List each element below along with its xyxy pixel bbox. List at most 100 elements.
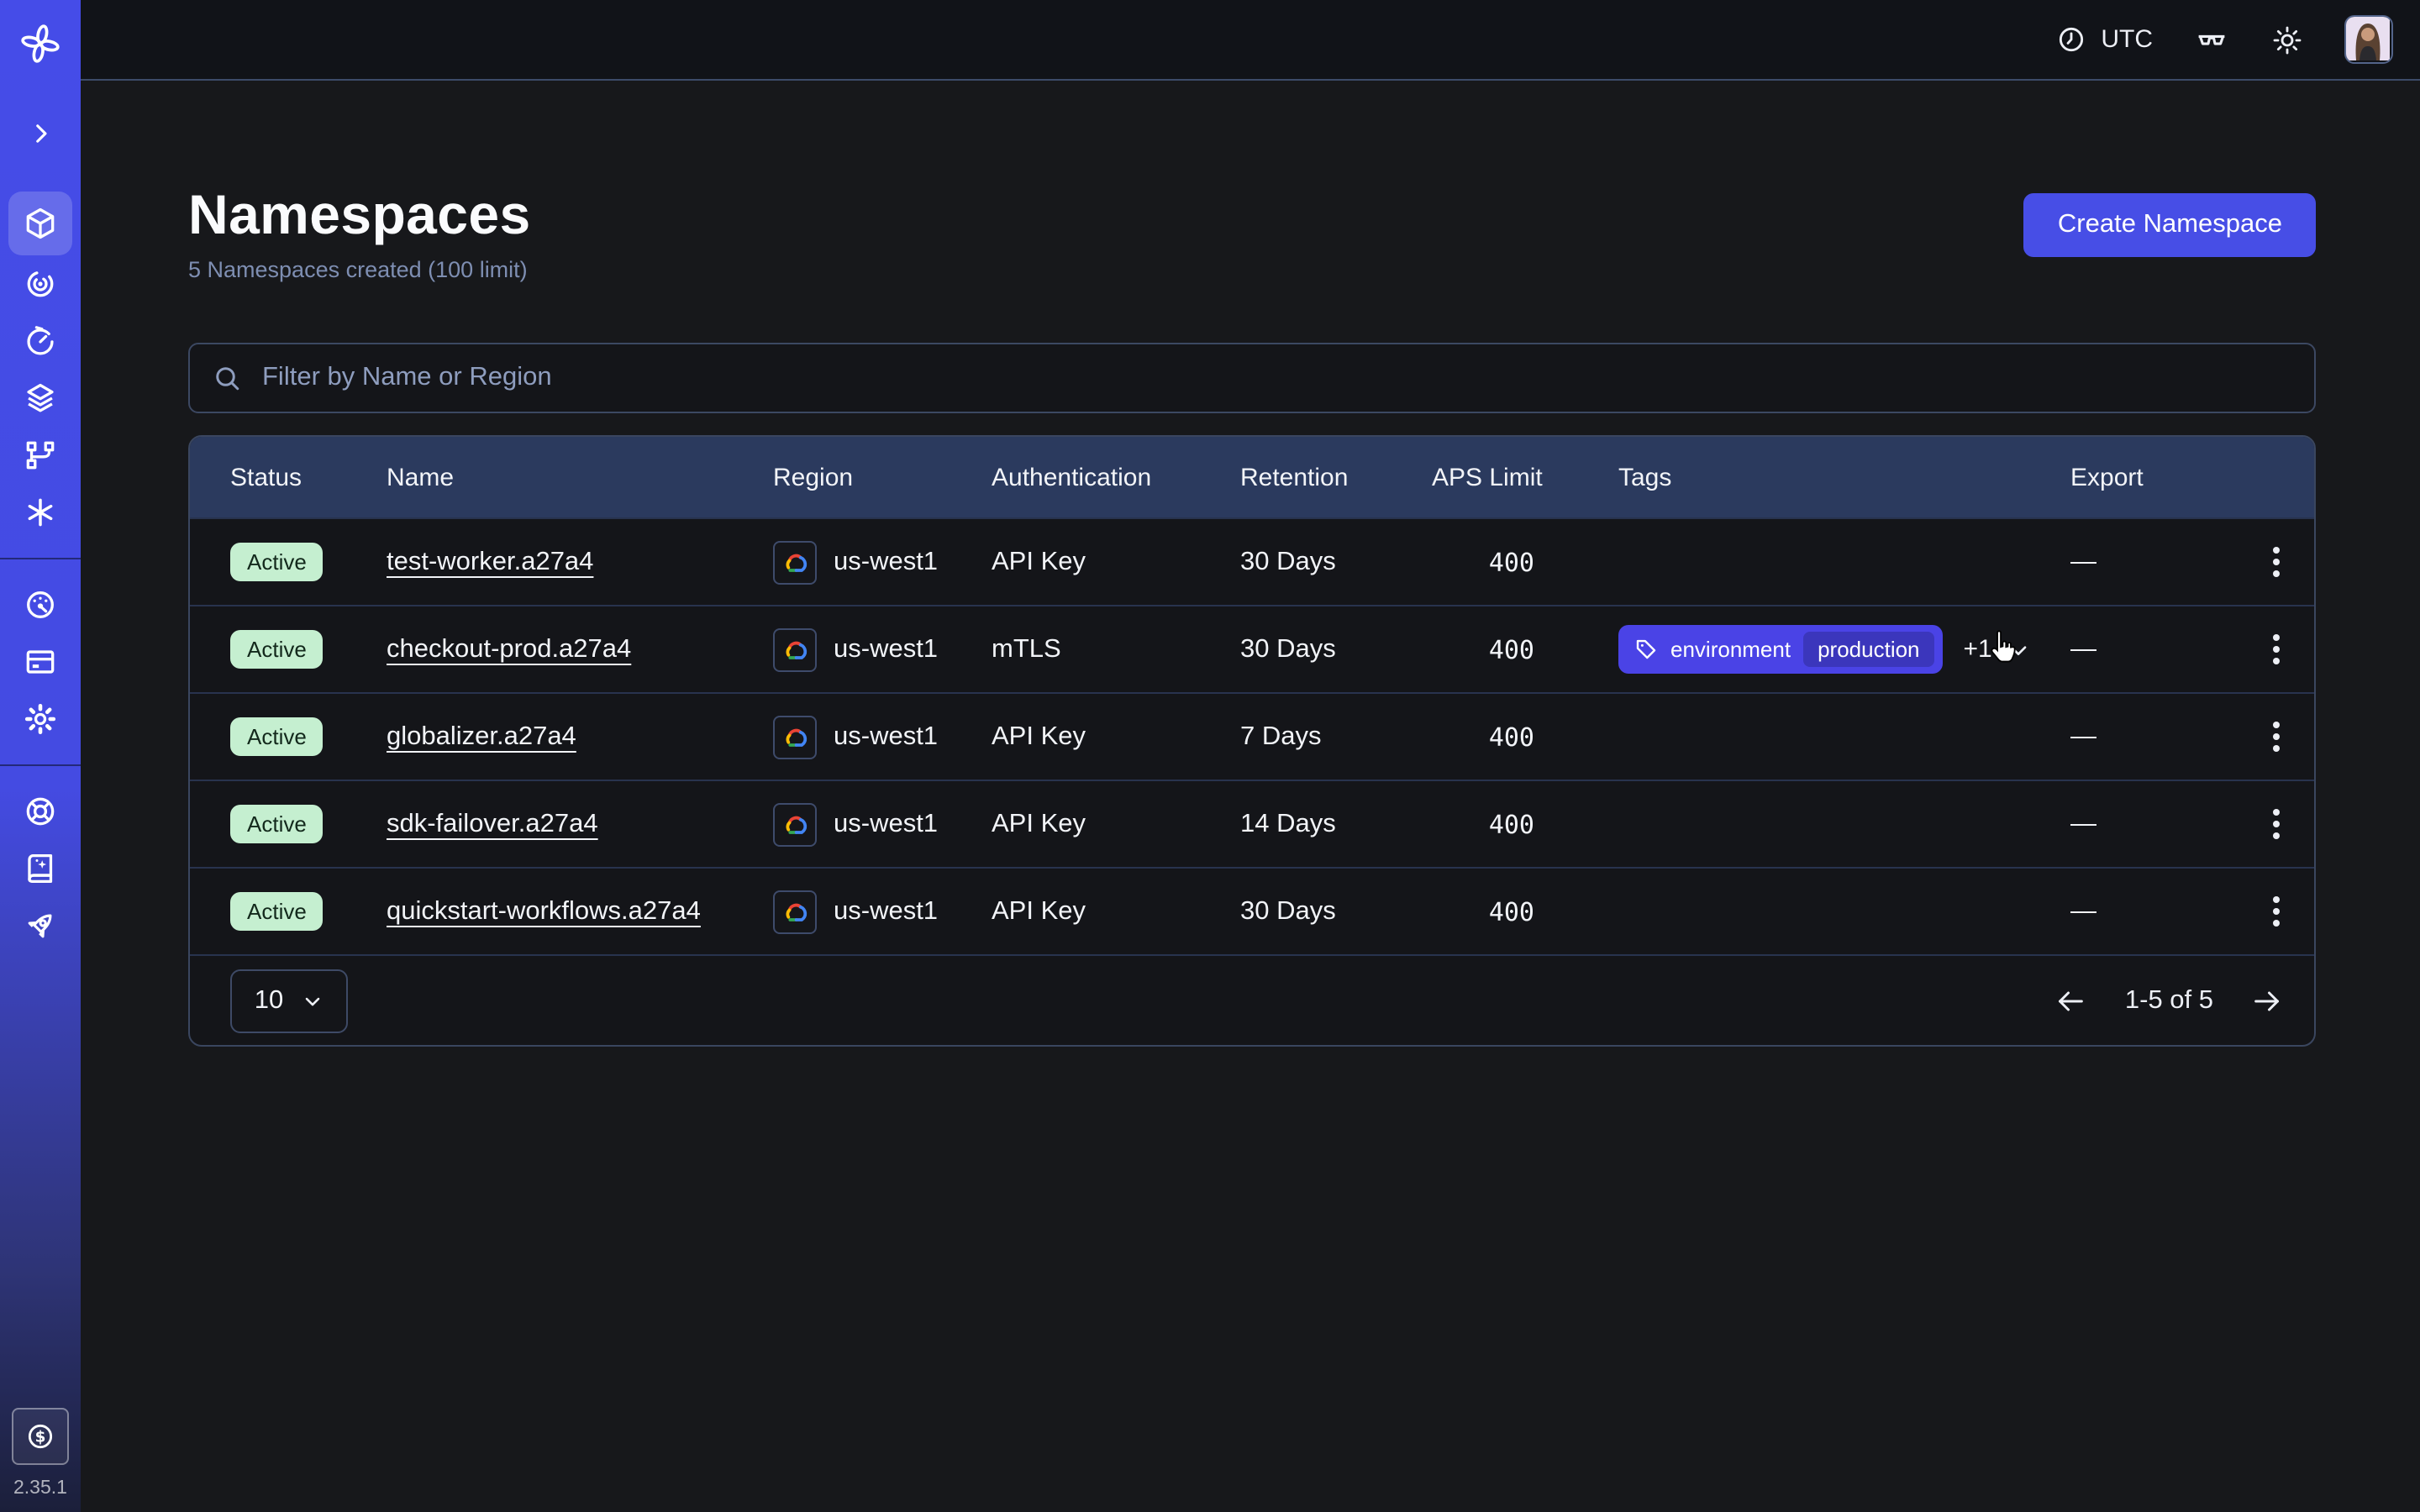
gcp-cloud-icon — [773, 716, 817, 759]
auth-cell: API Key — [992, 897, 1240, 927]
kebab-icon — [2272, 634, 2281, 666]
namespace-link[interactable]: checkout-prod.a27a4 — [387, 635, 631, 665]
kebab-icon — [2272, 722, 2281, 753]
pricing-button[interactable]: $ — [12, 1408, 69, 1465]
region-label: us-west1 — [834, 548, 938, 578]
export-cell: — — [2070, 897, 2213, 927]
user-avatar[interactable] — [2344, 15, 2393, 64]
accessibility-glasses-button[interactable] — [2193, 21, 2230, 58]
region-label: us-west1 — [834, 722, 938, 753]
export-cell: — — [2070, 810, 2213, 840]
row-menu-button[interactable] — [2265, 715, 2287, 760]
table-row: Active sdk-failover.a27a4 us-west1 API K… — [190, 780, 2314, 868]
sidebar-item-deployments[interactable] — [7, 370, 74, 427]
main-content: Namespaces 5 Namespaces created (100 lim… — [81, 81, 2420, 1512]
create-namespace-button[interactable]: Create Namespace — [2024, 193, 2316, 257]
kebab-icon — [2272, 809, 2281, 841]
gcp-cloud-icon — [773, 803, 817, 847]
export-cell: — — [2070, 722, 2213, 753]
namespace-link[interactable]: sdk-failover.a27a4 — [387, 810, 598, 840]
sidebar-expand-button[interactable] — [7, 104, 74, 161]
glasses-icon — [2193, 21, 2230, 58]
export-cell: — — [2070, 548, 2213, 578]
filter-input[interactable] — [259, 362, 2292, 396]
tag-expand-button[interactable] — [2006, 637, 2033, 664]
tag-pill[interactable]: environment production — [1618, 626, 1944, 675]
col-header-region: Region — [773, 464, 992, 492]
sidebar-divider — [0, 764, 81, 766]
auth-cell: API Key — [992, 722, 1240, 753]
temporal-logo — [7, 13, 74, 74]
row-menu-button[interactable] — [2265, 627, 2287, 673]
col-header-status: Status — [230, 464, 387, 492]
namespace-count-subtitle: 5 Namespaces created (100 limit) — [188, 258, 531, 283]
timer-icon — [22, 323, 59, 360]
arrow-left-icon — [2054, 984, 2088, 1018]
aps-limit-value: 400 — [1489, 810, 1534, 840]
sidebar-item-namespaces[interactable] — [8, 192, 72, 255]
avatar-image — [2346, 17, 2390, 60]
sidebar-item-getting-started[interactable] — [7, 897, 74, 954]
sidebar-item-billing[interactable] — [7, 633, 74, 690]
timezone-label: UTC — [2101, 25, 2153, 54]
billing-card-icon — [22, 643, 59, 680]
col-header-name: Name — [387, 464, 773, 492]
col-header-tags: Tags — [1618, 464, 2070, 492]
gear-icon — [22, 701, 59, 738]
row-menu-button[interactable] — [2265, 540, 2287, 585]
chevron-down-icon — [300, 990, 324, 1013]
kebab-icon — [2272, 896, 2281, 928]
status-badge: Active — [230, 631, 324, 669]
tags-cell: environment production +1 — [1618, 626, 2070, 675]
sidebar-item-settings[interactable] — [7, 690, 74, 748]
docs-book-icon — [22, 850, 59, 887]
namespaces-table: Status Name Region Authentication Retent… — [188, 436, 2316, 1047]
pipeline-branch-icon — [22, 437, 59, 474]
namespace-link[interactable]: test-worker.a27a4 — [387, 548, 593, 578]
app-version: 2.35.1 — [13, 1478, 67, 1499]
region-label: us-west1 — [834, 897, 938, 927]
auth-cell: API Key — [992, 810, 1240, 840]
table-header-row: Status Name Region Authentication Retent… — [190, 438, 2314, 518]
tag-more-count: +1 — [1964, 636, 1992, 664]
retention-cell: 30 Days — [1240, 635, 1432, 665]
status-badge: Active — [230, 718, 324, 757]
theme-toggle-button[interactable] — [2270, 23, 2304, 56]
page-header: Namespaces 5 Namespaces created (100 lim… — [188, 185, 2316, 283]
arrow-right-icon — [2250, 984, 2284, 1018]
tag-icon — [1634, 638, 1659, 663]
asterisk-icon — [22, 494, 59, 531]
clock-icon — [2055, 24, 2087, 55]
sidebar-item-batch-operations[interactable] — [7, 427, 74, 484]
sidebar-item-schedules[interactable] — [7, 312, 74, 370]
row-menu-button[interactable] — [2265, 890, 2287, 935]
table-row: Active test-worker.a27a4 us-west1 API Ke… — [190, 518, 2314, 606]
search-icon — [212, 364, 242, 394]
namespace-link[interactable]: globalizer.a27a4 — [387, 722, 576, 753]
col-header-authentication: Authentication — [992, 464, 1240, 492]
sidebar-item-docs[interactable] — [7, 840, 74, 897]
sidebar-item-support[interactable] — [7, 783, 74, 840]
next-page-button[interactable] — [2247, 981, 2287, 1021]
prev-page-button[interactable] — [2051, 981, 2091, 1021]
col-header-aps-limit: APS Limit — [1432, 464, 1618, 492]
layers-icon — [22, 380, 59, 417]
page-size-select[interactable]: 10 — [230, 969, 348, 1033]
retention-cell: 7 Days — [1240, 722, 1432, 753]
col-header-retention: Retention — [1240, 464, 1432, 492]
rocket-icon — [22, 907, 59, 944]
row-menu-button[interactable] — [2265, 802, 2287, 848]
filter-searchbar — [188, 344, 2316, 414]
timezone-selector[interactable]: UTC — [2055, 24, 2153, 55]
namespace-link[interactable]: quickstart-workflows.a27a4 — [387, 897, 701, 927]
retention-cell: 30 Days — [1240, 548, 1432, 578]
sidebar-item-spiral[interactable] — [7, 255, 74, 312]
app-window: $ 2.35.1 UTC Namespaces 5 Namespaces cre… — [0, 0, 2420, 1512]
page-title: Namespaces — [188, 185, 531, 246]
gauge-icon — [22, 586, 59, 623]
retention-cell: 14 Days — [1240, 810, 1432, 840]
sidebar-item-nexus[interactable] — [7, 484, 74, 541]
table-row: Active quickstart-workflows.a27a4 us-wes… — [190, 868, 2314, 955]
export-cell: — — [2070, 635, 2213, 665]
sidebar-item-usage[interactable] — [7, 576, 74, 633]
